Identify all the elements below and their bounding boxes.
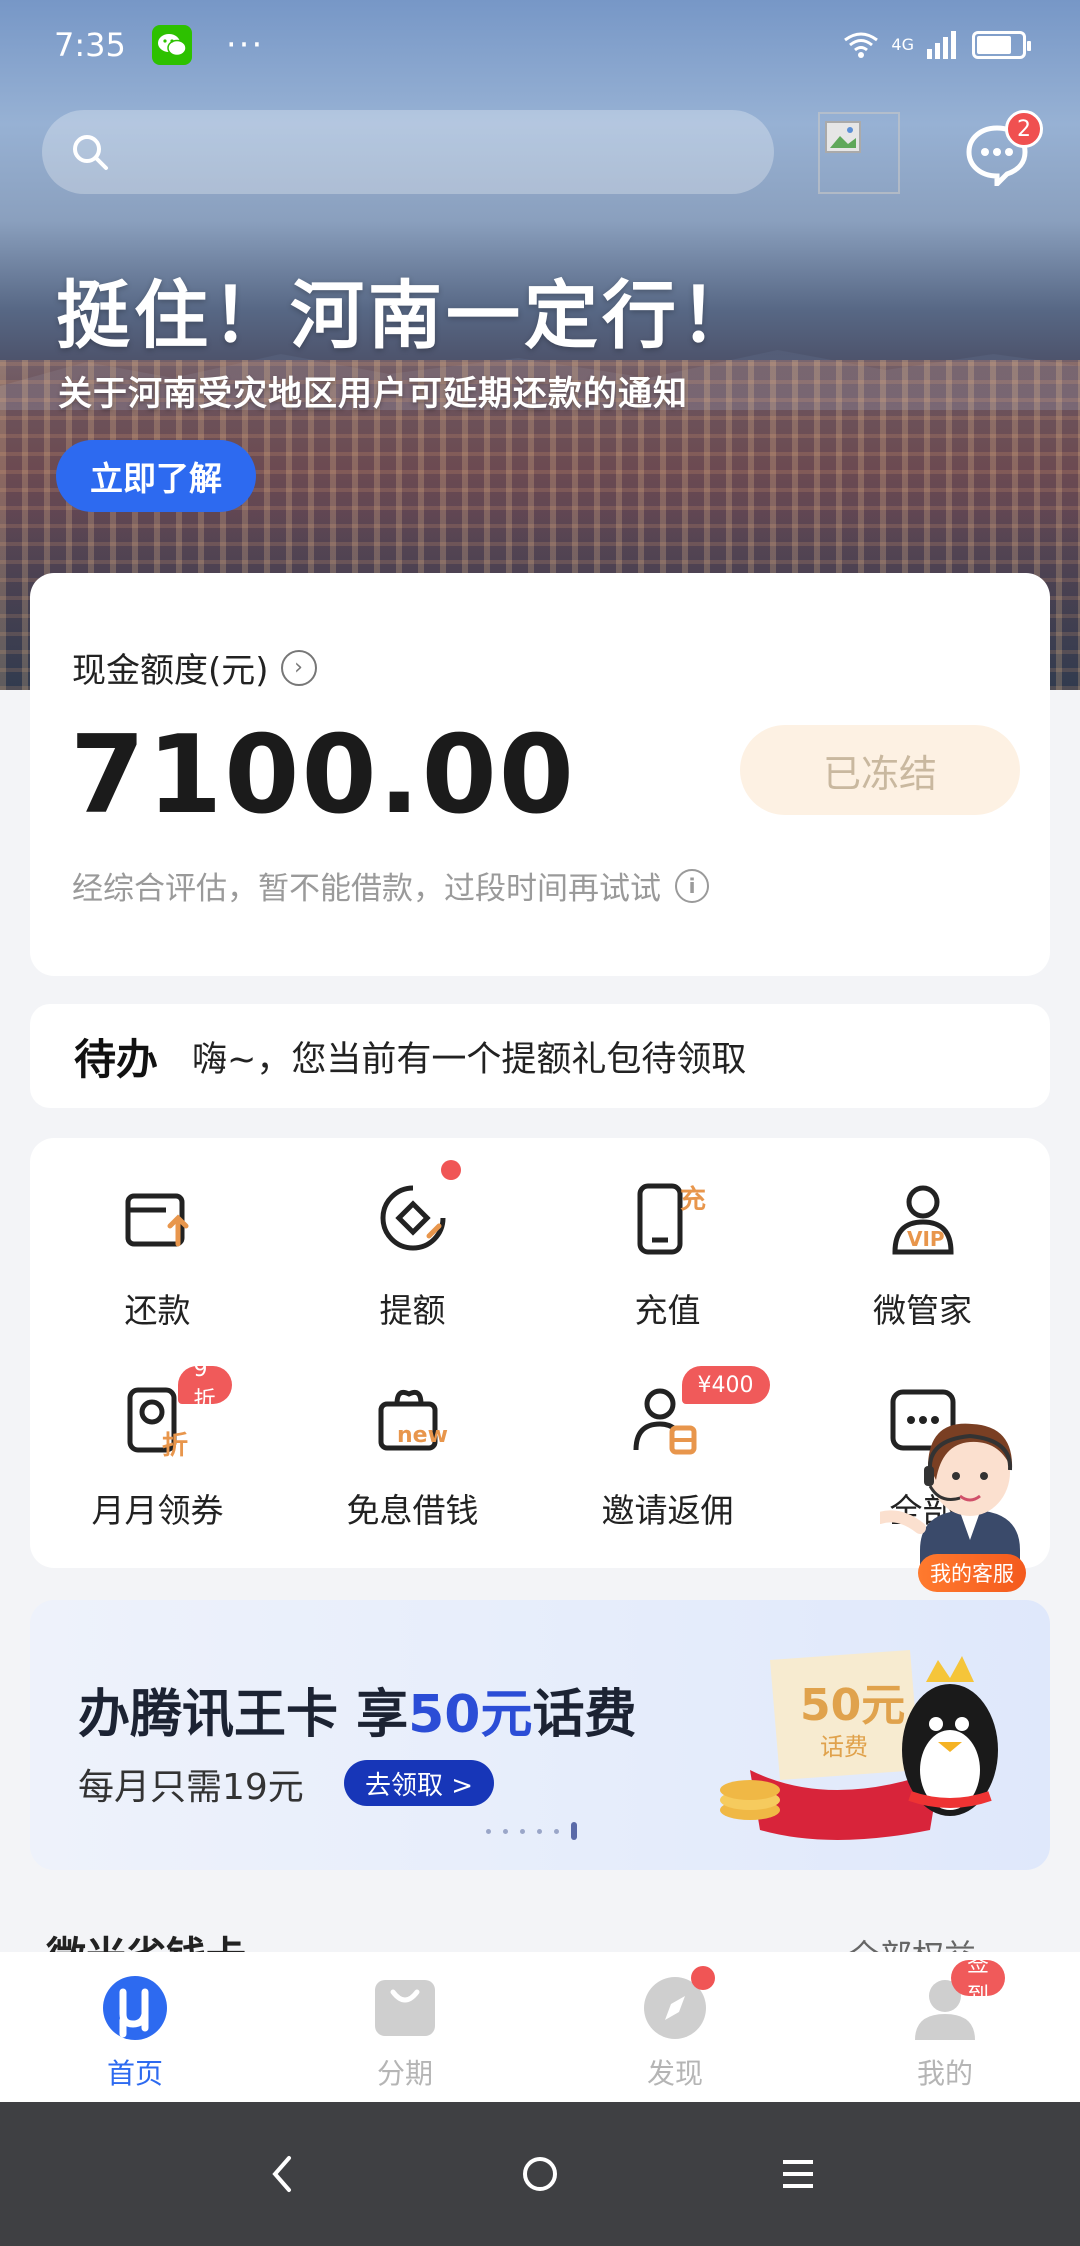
tab-label: 首页 <box>106 2057 163 2090</box>
bottom-tab-bar: 首页 分期 发现 签到 我的 <box>0 1952 1080 2102</box>
broken-image-icon[interactable] <box>818 112 900 194</box>
svg-text:折: 折 <box>162 1431 188 1461</box>
promo-art-amount: 50元 <box>800 1680 905 1731</box>
service-recharge[interactable]: 充 充值 <box>540 1138 795 1338</box>
new-dot <box>691 1966 715 1990</box>
promo-claim-button[interactable]: 去领取 > <box>344 1760 494 1806</box>
reward-badge: ¥400 <box>681 1366 770 1404</box>
interest-free-icon: new <box>371 1378 455 1462</box>
home-circle-icon <box>523 2157 557 2191</box>
tab-home[interactable]: 首页 <box>0 1952 270 2102</box>
service-monthly-coupon[interactable]: 折 9折 月月领券 <box>30 1338 285 1538</box>
compass-icon <box>641 1966 715 2042</box>
checkin-badge[interactable]: 签到 <box>951 1952 1006 2009</box>
service-label: 免息借钱 <box>346 1491 479 1530</box>
monthly-coupon-icon: 折 9折 <box>116 1357 232 1462</box>
todo-tag: 待办 <box>74 1034 159 1084</box>
todo-message: 嗨~，您当前有一个提额礼包待领取 <box>192 1039 747 1080</box>
menu-icon <box>783 2160 813 2188</box>
status-time: 7:35 <box>54 26 126 64</box>
svg-text:充: 充 <box>680 1184 706 1215</box>
discount-badge: 9折 <box>177 1357 232 1413</box>
carousel-indicator <box>486 1822 577 1840</box>
back-icon <box>272 2156 291 2192</box>
menu-button[interactable] <box>768 2144 828 2204</box>
promo-banner[interactable]: 办腾讯王卡 享50元话费 每月只需19元 去领取 > 50元 话费 <box>30 1600 1050 1870</box>
frozen-status-button[interactable]: 已冻结 <box>740 725 1020 815</box>
status-bar: 7:35 ··· 4G <box>0 0 1080 90</box>
network-type: 4G <box>891 35 914 54</box>
new-dot <box>440 1160 461 1180</box>
signal-icon <box>927 31 956 59</box>
wifi-icon <box>844 32 879 58</box>
tab-installment[interactable]: 分期 <box>270 1952 540 2102</box>
credit-label-row[interactable]: 现金额度(元) › <box>72 643 317 692</box>
info-icon[interactable]: i <box>675 868 709 903</box>
wechat-icon <box>151 25 192 65</box>
credit-note: 经综合评估，暂不能借款，过段时间再试试 <box>72 871 661 907</box>
tab-label: 发现 <box>646 2057 703 2090</box>
promo-gift-icon: 50元 话费 <box>720 1650 998 1840</box>
section-more-link[interactable]: 全部权益 <box>848 1932 976 1954</box>
learn-more-button[interactable]: 立即了解 <box>56 440 256 512</box>
section-title: 微米省钱卡 <box>46 1932 246 1954</box>
customer-service-avatar-icon <box>874 1423 1020 1570</box>
credit-label: 现金额度(元) <box>72 651 269 691</box>
home-button[interactable] <box>510 2144 570 2204</box>
credit-note-row: 经综合评估，暂不能借款，过段时间再试试 i <box>72 863 709 908</box>
tab-mine[interactable]: 签到 我的 <box>810 1952 1080 2102</box>
vip-steward-icon: VIP <box>881 1178 965 1262</box>
home-icon <box>101 1974 169 2042</box>
service-label: 月月领券 <box>91 1491 224 1530</box>
status-more-dots: ··· <box>225 25 265 65</box>
invite-icon: ¥400 <box>626 1366 770 1462</box>
customer-service-label[interactable]: 我的客服 <box>918 1554 1026 1592</box>
back-button[interactable] <box>252 2144 312 2204</box>
promo-art-note: 话费 <box>820 1733 868 1761</box>
tab-discover[interactable]: 发现 <box>540 1952 810 2102</box>
svg-text:VIP: VIP <box>907 1227 945 1251</box>
service-label: 提额 <box>379 1291 446 1330</box>
service-raise-limit[interactable]: 提额 <box>285 1138 540 1338</box>
shopping-bag-icon <box>371 1974 439 2042</box>
service-interest-free[interactable]: new 免息借钱 <box>285 1338 540 1538</box>
todo-strip[interactable]: 待办 嗨~，您当前有一个提额礼包待领取 <box>30 1004 1050 1108</box>
promo-subtitle: 每月只需19元 <box>78 1767 304 1808</box>
credit-card: 现金额度(元) › 7100.00 已冻结 经综合评估，暂不能借款，过段时间再试… <box>30 573 1050 976</box>
promo-title-b: 话费 <box>532 1685 637 1745</box>
system-nav-bar <box>0 2102 1080 2246</box>
service-label: 邀请返佣 <box>601 1491 734 1530</box>
tab-label: 分期 <box>376 2057 433 2090</box>
service-vip-steward[interactable]: VIP 微管家 <box>795 1138 1050 1338</box>
tab-label: 我的 <box>916 2057 973 2090</box>
recharge-icon: 充 <box>626 1178 710 1262</box>
chevron-right-icon: › <box>280 649 317 686</box>
repay-icon <box>116 1178 200 1262</box>
user-icon: 签到 <box>911 1952 1006 2042</box>
battery-icon <box>972 31 1031 59</box>
raise-limit-icon <box>371 1160 461 1262</box>
svg-text:new: new <box>397 1423 448 1448</box>
service-invite[interactable]: ¥400 邀请返佣 <box>540 1338 795 1538</box>
promo-title-a: 办腾讯王卡 享 <box>78 1685 409 1745</box>
hero-subtitle: 关于河南受灾地区用户可延期还款的通知 <box>58 374 688 414</box>
service-label: 还款 <box>124 1291 191 1330</box>
search-icon <box>73 135 108 170</box>
search-bar[interactable] <box>42 110 774 194</box>
message-count-badge: 2 <box>1005 110 1043 148</box>
hero-title: 挺住！河南一定行！ <box>56 273 758 359</box>
service-repay[interactable]: 还款 <box>30 1138 285 1338</box>
promo-title: 办腾讯王卡 享50元话费 <box>78 1672 637 1747</box>
credit-amount: 7100.00 <box>70 713 576 838</box>
service-label: 充值 <box>634 1291 701 1330</box>
promo-title-highlight: 50元 <box>408 1685 533 1745</box>
service-label: 微管家 <box>873 1291 972 1330</box>
